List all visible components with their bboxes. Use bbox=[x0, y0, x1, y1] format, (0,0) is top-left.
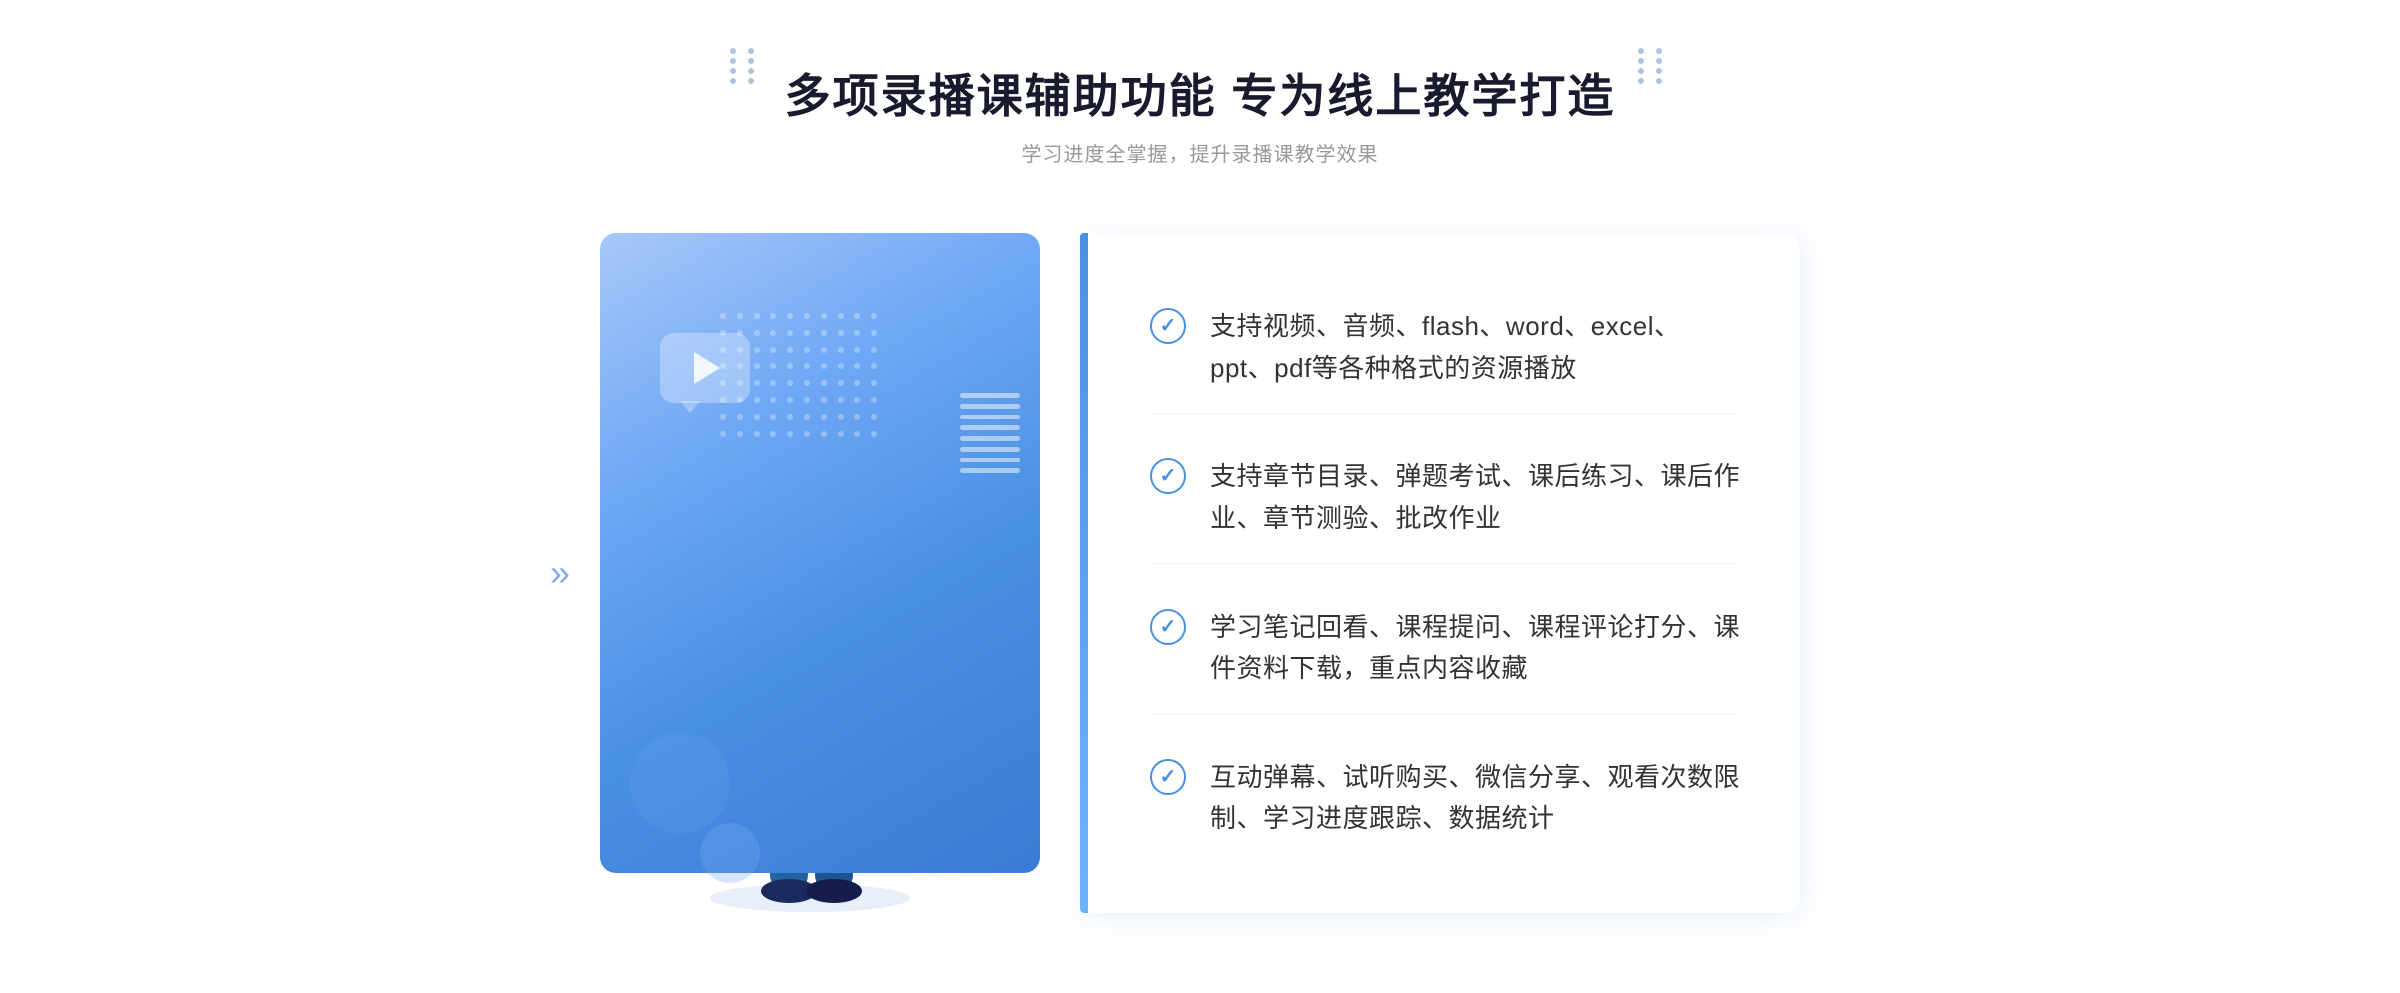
play-icon bbox=[694, 352, 720, 384]
feature-text-3: 学习笔记回看、课程提问、课程评论打分、课件资料下载，重点内容收藏 bbox=[1210, 607, 1740, 690]
feature-text-1: 支持视频、音频、flash、word、excel、ppt、pdf等各种格式的资源… bbox=[1210, 306, 1740, 389]
page-container: 多项录播课辅助功能 专为线上教学打造 学习进度全掌握，提升录播课教学效果 bbox=[0, 0, 2400, 993]
left-arrows: » bbox=[550, 555, 570, 591]
deco-circle-2 bbox=[700, 823, 760, 883]
page-title: 多项录播课辅助功能 专为线上教学打造 bbox=[785, 60, 1616, 126]
illustration-panel: » bbox=[600, 233, 1080, 913]
check-icon-1: ✓ bbox=[1150, 308, 1186, 344]
play-bubble bbox=[660, 333, 750, 413]
deco-circle-1 bbox=[630, 733, 730, 833]
feature-item-2: ✓ 支持章节目录、弹题考试、课后练习、课后作业、章节测验、批改作业 bbox=[1150, 432, 1740, 564]
check-circle-2: ✓ bbox=[1150, 458, 1186, 494]
check-mark-3: ✓ bbox=[1160, 617, 1177, 637]
dots-left-decoration bbox=[730, 48, 762, 80]
header-section: 多项录播课辅助功能 专为线上教学打造 学习进度全掌握，提升录播课教学效果 bbox=[785, 60, 1616, 167]
feature-item-3: ✓ 学习笔记回看、课程提问、课程评论打分、课件资料下载，重点内容收藏 bbox=[1150, 583, 1740, 715]
feature-text-4: 互动弹幕、试听购买、微信分享、观看次数限制、学习进度跟踪、数据统计 bbox=[1210, 757, 1740, 840]
play-bubble-inner bbox=[660, 333, 750, 403]
check-mark-4: ✓ bbox=[1160, 767, 1177, 787]
check-circle-3: ✓ bbox=[1150, 609, 1186, 645]
features-panel: ✓ 支持视频、音频、flash、word、excel、ppt、pdf等各种格式的… bbox=[1080, 233, 1800, 913]
check-circle-1: ✓ bbox=[1150, 308, 1186, 344]
feature-item-4: ✓ 互动弹幕、试听购买、微信分享、观看次数限制、学习进度跟踪、数据统计 bbox=[1150, 733, 1740, 864]
stripes-decoration bbox=[960, 393, 1020, 473]
feature-item-1: ✓ 支持视频、音频、flash、word、excel、ppt、pdf等各种格式的… bbox=[1150, 282, 1740, 414]
page-subtitle: 学习进度全掌握，提升录播课教学效果 bbox=[785, 138, 1616, 167]
chevron-icon: » bbox=[550, 555, 570, 591]
check-icon-4: ✓ bbox=[1150, 759, 1186, 795]
check-mark-2: ✓ bbox=[1160, 466, 1177, 486]
dots-right-decoration bbox=[1638, 48, 1670, 80]
feature-text-2: 支持章节目录、弹题考试、课后练习、课后作业、章节测验、批改作业 bbox=[1210, 456, 1740, 539]
check-icon-2: ✓ bbox=[1150, 458, 1186, 494]
check-mark-1: ✓ bbox=[1160, 316, 1177, 336]
content-area: » ✓ 支持视频、音频、flash、word、excel、ppt、pdf等各种格… bbox=[600, 233, 1800, 913]
check-icon-3: ✓ bbox=[1150, 609, 1186, 645]
check-circle-4: ✓ bbox=[1150, 759, 1186, 795]
